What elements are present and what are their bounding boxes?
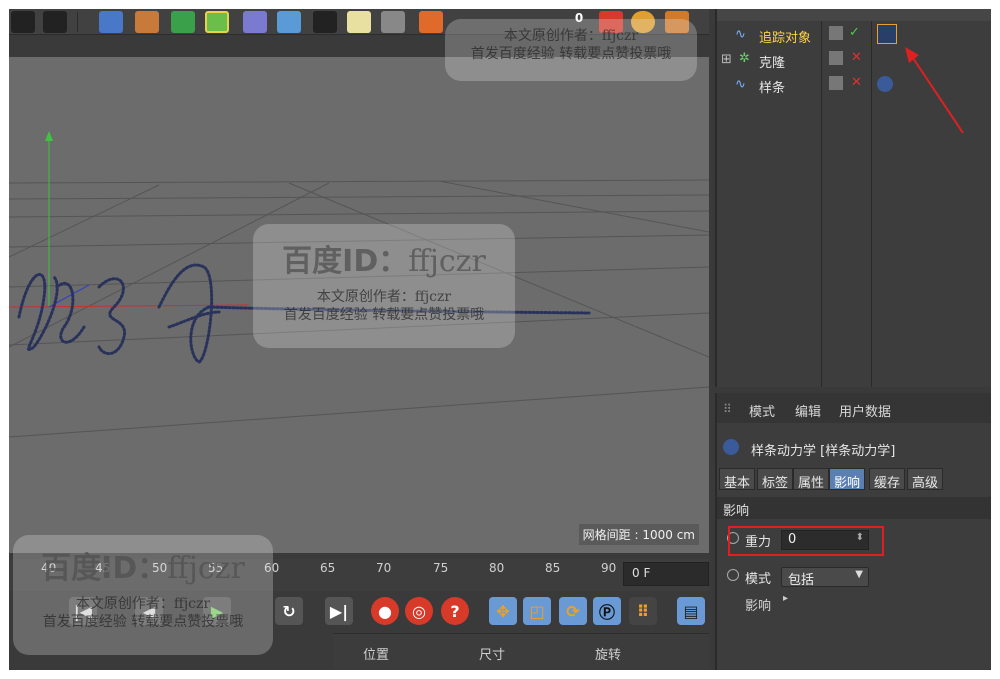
- tab-properties[interactable]: 属性: [793, 468, 830, 491]
- object-manager: ∿ 追踪对象 ✓ ⊞ ✲ 克隆 ✕ ∿ 样条 ✕: [715, 9, 991, 387]
- layer-icon[interactable]: [829, 76, 843, 90]
- chevron-right-icon[interactable]: ▸: [783, 593, 788, 604]
- coordinates-bar: 位置 尺寸 旋转: [333, 633, 709, 670]
- cube-icon[interactable]: [99, 11, 123, 33]
- film-icon[interactable]: [11, 11, 35, 33]
- record-keys-icon[interactable]: ●: [371, 597, 399, 625]
- size-label: 尺寸: [479, 648, 506, 663]
- autokey-icon[interactable]: ◎: [405, 597, 433, 625]
- spline-dynamics-tag-icon[interactable]: [877, 24, 897, 44]
- watermark-author: 本文原创作者：ffjczr: [316, 289, 452, 305]
- influence-label: 影响: [745, 599, 772, 614]
- timeline-tick: 80: [489, 561, 505, 575]
- object-manager-menubar: [717, 9, 991, 21]
- animate-radio-icon[interactable]: [727, 569, 739, 581]
- object-title: 样条动力学 [样条动力学]: [751, 444, 896, 459]
- watermark-id-label: ID：: [342, 244, 409, 279]
- mode-select[interactable]: 包括 ▼: [781, 567, 869, 588]
- menu-user-data[interactable]: 用户数据: [839, 401, 891, 420]
- menu-edit[interactable]: 编辑: [795, 401, 821, 420]
- rotation-label: 旋转: [595, 648, 622, 663]
- cloner-icon[interactable]: [171, 11, 195, 33]
- annotation-arrow: [905, 47, 964, 134]
- tab-cache[interactable]: 缓存: [869, 468, 906, 491]
- current-frame-field[interactable]: 0 F: [623, 562, 709, 586]
- watermark: 百度ID：ffjczr 本文原创作者：ffjczr 首发百度经验 转载要点赞投票…: [253, 224, 515, 348]
- paint-icon[interactable]: [381, 11, 405, 33]
- scale-icon[interactable]: ◰: [523, 597, 551, 625]
- parameter-icon[interactable]: Ⓟ: [593, 597, 621, 625]
- light-icon[interactable]: [347, 11, 371, 33]
- help-icon[interactable]: ?: [441, 597, 469, 625]
- object-name: 追踪对象: [759, 31, 812, 46]
- rotate-icon[interactable]: ⟳: [559, 597, 587, 625]
- watermark-note: 首发百度经验 转载要点赞投票哦: [470, 46, 672, 62]
- spline-dynamics-tag-icon[interactable]: [877, 76, 893, 92]
- watermark-author: 本文原创作者：ffjczr: [503, 28, 639, 44]
- cinema4d-window: 0 网格间距: 1000 cm 40 45 50 55 60 65 70 75…: [9, 9, 991, 670]
- attribute-manager: ⠿ 模式 编辑 用户数据 样条动力学 [样条动力学] 基本 标签 属性 影响 缓…: [715, 393, 991, 670]
- sphere-icon[interactable]: [205, 11, 229, 33]
- check-icon[interactable]: ✓: [849, 25, 860, 40]
- tab-advanced[interactable]: 高级: [907, 468, 944, 491]
- knife-icon[interactable]: [243, 11, 267, 33]
- film-strip-icon[interactable]: ▤: [677, 597, 705, 625]
- grid-dots-icon[interactable]: ⠿: [629, 597, 657, 625]
- grid-spacing-label: 网格间距 : 1000 cm: [578, 524, 699, 545]
- expand-icon[interactable]: ⊞: [721, 52, 732, 67]
- timeline-tick: 85: [545, 561, 561, 575]
- camera-icon[interactable]: [313, 11, 337, 33]
- cloner-icon: ✲: [739, 51, 750, 66]
- spline-icon: ∿: [735, 27, 746, 42]
- layer-icon[interactable]: [829, 26, 843, 40]
- watermark: 本文原创作者：ffjczr 首发百度经验 转载要点赞投票哦: [445, 19, 697, 81]
- watermark-brand: 百度: [282, 244, 343, 279]
- film-icon[interactable]: [43, 11, 67, 33]
- grip-icon: ⠿: [723, 402, 732, 416]
- watermark-id-label: ID：: [101, 551, 168, 586]
- spline-icon: ∿: [735, 77, 746, 92]
- bend-icon[interactable]: [135, 11, 159, 33]
- move-icon[interactable]: ✥: [489, 597, 517, 625]
- timeline-tick: 70: [376, 561, 392, 575]
- attribute-manager-menubar: ⠿ 模式 编辑 用户数据: [717, 393, 991, 423]
- timeline-tick: 90: [601, 561, 617, 575]
- tab-influence[interactable]: 影响: [829, 468, 866, 491]
- position-label: 位置: [363, 648, 390, 663]
- watermark-note: 首发百度经验 转载要点赞投票哦: [42, 614, 244, 630]
- go-to-end-icon[interactable]: ▶|: [325, 597, 353, 625]
- watermark: 百度ID：ffjczr 本文原创作者：ffjczr 首发百度经验 转载要点赞投票…: [13, 535, 273, 655]
- timeline-tick: 65: [320, 561, 336, 575]
- highlight-box: [728, 526, 884, 556]
- timeline-tick: 75: [433, 561, 449, 575]
- mode-value: 包括: [788, 573, 815, 588]
- watermark-id: ffjczr: [408, 244, 486, 279]
- object-name: 克隆: [759, 56, 786, 71]
- tab-tag[interactable]: 标签: [757, 468, 794, 491]
- object-name: 样条: [759, 81, 786, 96]
- spline-dynamics-tag-icon: [723, 439, 739, 455]
- floor-icon[interactable]: [277, 11, 301, 33]
- menu-mode[interactable]: 模式: [749, 401, 775, 420]
- chevron-down-icon: ▼: [855, 569, 863, 580]
- watermark-note: 首发百度经验 转载要点赞投票哦: [283, 307, 485, 323]
- tab-basic[interactable]: 基本: [719, 468, 756, 491]
- mode-label: 模式: [745, 572, 772, 587]
- watermark-author: 本文原创作者：ffjczr: [75, 596, 211, 612]
- cross-icon[interactable]: ✕: [851, 50, 862, 65]
- layer-icon[interactable]: [829, 51, 843, 65]
- tag-icon[interactable]: [419, 11, 443, 33]
- loop-icon[interactable]: ↻: [275, 597, 303, 625]
- watermark-id: ffjczr: [167, 551, 245, 586]
- cross-icon[interactable]: ✕: [851, 75, 862, 90]
- section-header: 影响: [717, 497, 991, 519]
- watermark-brand: 百度: [41, 551, 102, 586]
